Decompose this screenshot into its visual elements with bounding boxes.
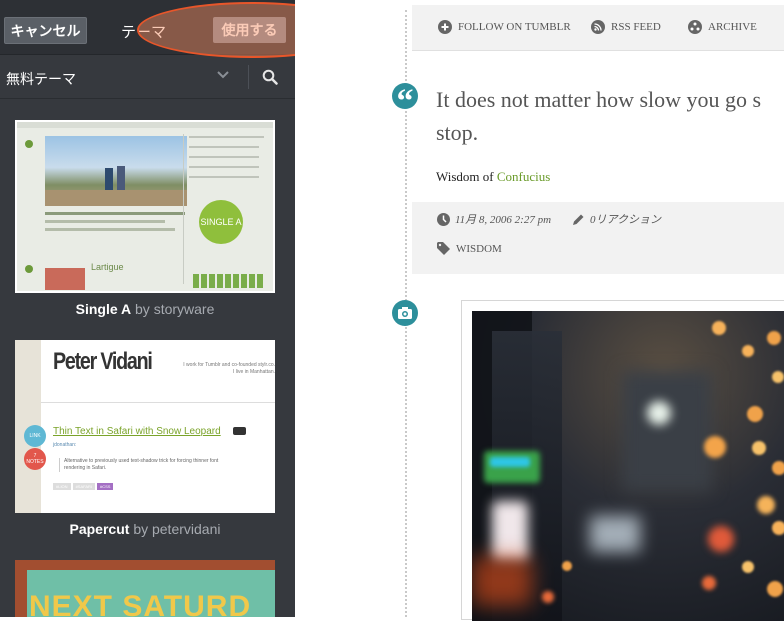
theme-author: by petervidani: [133, 521, 221, 537]
thumb-excerpt-line: rendering in Safari.: [64, 465, 107, 471]
thumb-logo: Peter Vidani: [53, 348, 153, 375]
theme-card-caption: Papercut by petervidani: [15, 521, 275, 537]
post-date-link[interactable]: 11月 8, 2006 2:27 pm: [437, 211, 551, 227]
thumb-tags: #LION #SAFARI #CSS: [53, 483, 114, 490]
thumb-topbar: [17, 122, 273, 128]
thumb-intro-line: I work for Tumblr and co-founded stylr.c…: [183, 362, 275, 368]
theme-name: Papercut: [69, 521, 130, 537]
theme-card-papercut[interactable]: Peter Vidani I work for Tumblr and co-fo…: [15, 340, 275, 540]
tag-link[interactable]: WISDOM: [437, 242, 502, 255]
thumb-excerpt-line: Alternative to previously used text-shad…: [64, 458, 219, 464]
reactions-count: 0リアクション: [590, 214, 661, 226]
follow-link[interactable]: FOLLOW ON TUMBLR: [438, 20, 571, 34]
rss-icon: [591, 20, 605, 34]
theme-card-single-a[interactable]: SINGLE A Lartigue Single A by storyware: [15, 120, 275, 320]
archive-label: ARCHIVE: [708, 21, 757, 33]
divider: [248, 65, 249, 89]
thumb-author: jdonathan:: [53, 442, 77, 448]
plus-circle-icon: [438, 20, 452, 34]
quote-source: Wisdom of Confucius: [436, 169, 550, 185]
theme-filter-select[interactable]: 無料テーマ: [6, 69, 76, 89]
theme-name: Single A: [75, 301, 132, 317]
thumb-intro: I work for Tumblr and co-founded stylr.c…: [165, 362, 275, 376]
theme-thumbnail-single-a[interactable]: SINGLE A Lartigue: [15, 120, 275, 293]
thumb-intro-line: I live in Manhattan.: [233, 369, 275, 375]
search-icon[interactable]: [262, 69, 278, 85]
photo-post-icon: [392, 300, 418, 326]
blog-nav: FOLLOW ON TUMBLR RSS FEED ARCHIVE: [412, 5, 784, 51]
clock-icon: [437, 212, 450, 226]
chevron-down-icon[interactable]: [216, 70, 230, 80]
thumb-tag: #LION: [53, 483, 71, 490]
tag-label: WISDOM: [456, 242, 502, 255]
quote-line: It does not matter how slow you go s: [436, 87, 762, 112]
post-date: 11月 8, 2006 2:27 pm: [455, 214, 552, 226]
thumb-photo: [45, 136, 187, 206]
thumb-badge: SINGLE A: [199, 200, 243, 244]
pencil-icon: [573, 214, 584, 225]
theme-author: by storyware: [135, 301, 215, 317]
thumb-post-title: Thin Text in Safari with Snow Leopard: [53, 426, 221, 437]
source-prefix: Wisdom of: [436, 169, 494, 184]
archive-icon: [688, 20, 702, 34]
follow-label: FOLLOW ON TUMBLR: [458, 21, 571, 33]
theme-thumbnail-third[interactable]: NEXT SATURD: [15, 560, 275, 617]
quote-post-icon: “: [392, 83, 418, 119]
theme-sidebar: キャンセル テーマ 使用する 無料テーマ SINGLE A Lartigue S…: [0, 0, 295, 617]
theme-thumbnail-papercut[interactable]: Peter Vidani I work for Tumblr and co-fo…: [15, 340, 275, 513]
tag-icon: [437, 242, 450, 255]
thumb-excerpt: Alternative to previously used text-shad…: [59, 458, 264, 472]
quote-line: stop.: [436, 120, 479, 145]
blog-preview: FOLLOW ON TUMBLR RSS FEED ARCHIVE “ It d…: [295, 0, 784, 621]
photo-frame: [461, 300, 784, 621]
rss-link[interactable]: RSS FEED: [591, 20, 661, 34]
archive-link[interactable]: ARCHIVE: [688, 20, 757, 34]
reactions-link[interactable]: 0リアクション: [572, 211, 661, 227]
thumb-link-badge: LINK: [24, 425, 46, 447]
theme-card-caption: Single A by storyware: [15, 301, 275, 317]
quote-text: It does not matter how slow you go s sto…: [436, 83, 784, 149]
post-meta: 11月 8, 2006 2:27 pm 0リアクション WISDOM: [412, 202, 784, 274]
source-link[interactable]: Confucius: [497, 169, 550, 184]
photo-image[interactable]: [472, 311, 784, 621]
thumb-tag: #CSS: [97, 483, 114, 490]
theme-filter-bar: 無料テーマ: [0, 55, 295, 99]
camera-icon: [398, 307, 412, 319]
thumb-tag: #SAFARI: [72, 483, 96, 490]
rss-label: RSS FEED: [611, 21, 661, 33]
thumb-notes-badge: 7 NOTES: [24, 448, 46, 470]
thumb-notes-label: NOTES: [26, 459, 44, 465]
thumb-third-text: NEXT SATURD: [29, 590, 252, 617]
theme-card-third[interactable]: NEXT SATURD: [15, 560, 275, 617]
thumb-heading: Lartigue: [91, 262, 124, 272]
cancel-button[interactable]: キャンセル: [4, 17, 87, 44]
